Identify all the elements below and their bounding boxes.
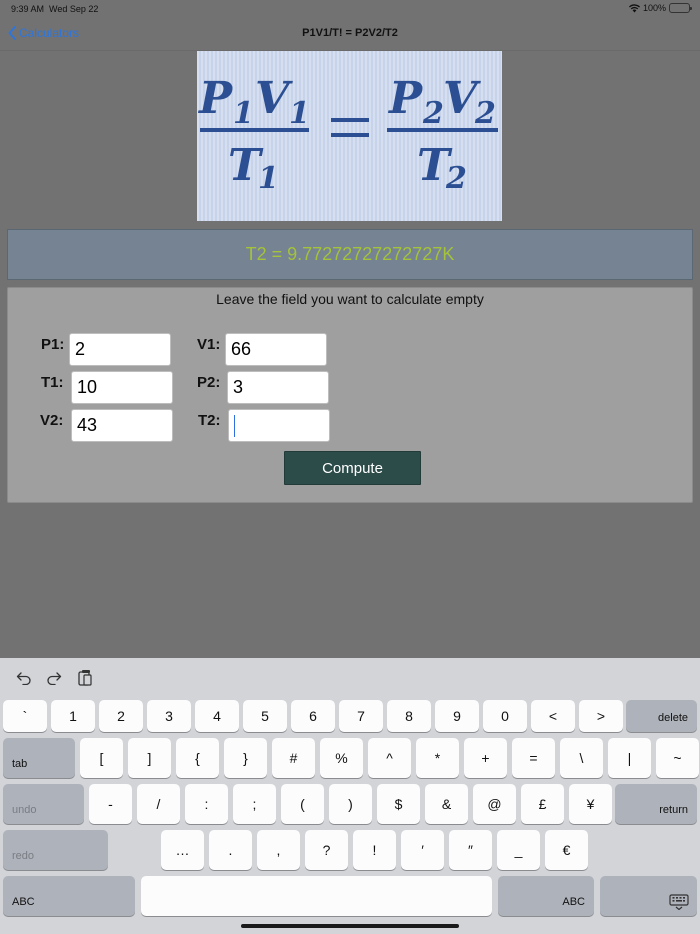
row1-key-2[interactable]: 2: [99, 700, 143, 732]
v2-label: V2:: [40, 412, 64, 429]
v1-input[interactable]: 66: [225, 333, 327, 366]
text-caret: [234, 415, 235, 438]
row2-key-6[interactable]: ^: [368, 738, 411, 778]
formula-image: P 1 V 1 T 1 P 2 V 2 T 2: [197, 51, 502, 221]
p1-label: P1:: [41, 336, 65, 353]
row2-key-11[interactable]: |: [608, 738, 651, 778]
home-indicator: [241, 924, 459, 928]
svg-text:1: 1: [258, 161, 279, 196]
result-text: T2 = 9.77272727272727K: [245, 244, 455, 264]
redo-icon[interactable]: [44, 668, 64, 688]
svg-text:1: 1: [289, 96, 310, 131]
svg-text:P: P: [197, 73, 234, 124]
row1-key-8[interactable]: 8: [387, 700, 431, 732]
status-time: 9:39 AM Wed Sep 22: [11, 4, 99, 14]
row2-key-8[interactable]: +: [464, 738, 507, 778]
row1-key-9[interactable]: 9: [435, 700, 479, 732]
keyboard-toolbar: [0, 658, 700, 696]
row2-key-0[interactable]: [: [80, 738, 123, 778]
t2-input[interactable]: [228, 409, 330, 442]
p1-input[interactable]: 2: [69, 333, 171, 366]
wifi-icon: [628, 3, 640, 12]
row1-key-4[interactable]: 4: [195, 700, 239, 732]
row1-key-10[interactable]: 0: [483, 700, 527, 732]
p2-label: P2:: [197, 374, 221, 391]
row4-key-2[interactable]: ,: [257, 830, 300, 870]
row3-key-10[interactable]: ¥: [569, 784, 612, 824]
row3-key-2[interactable]: :: [185, 784, 228, 824]
v2-input[interactable]: 43: [71, 409, 173, 442]
row3-key-7[interactable]: &: [425, 784, 468, 824]
status-bar: 9:39 AM Wed Sep 22 100%: [0, 0, 700, 18]
dismiss-keyboard-key[interactable]: [600, 876, 697, 916]
row1-key-5[interactable]: 5: [243, 700, 287, 732]
row1-key-11[interactable]: <: [531, 700, 575, 732]
page-title: P1V1/T! = P2V2/T2: [302, 27, 398, 39]
row4-key-3[interactable]: ?: [305, 830, 348, 870]
abc-key-right[interactable]: ABC: [498, 876, 594, 916]
svg-text:2: 2: [445, 161, 467, 196]
row4-key-7[interactable]: _: [497, 830, 540, 870]
row2-key-12[interactable]: ~: [656, 738, 699, 778]
row3-key-9[interactable]: £: [521, 784, 564, 824]
formula-graphic: P 1 V 1 T 1 P 2 V 2 T 2: [197, 73, 498, 196]
row4-key-4[interactable]: !: [353, 830, 396, 870]
row2-key-1[interactable]: ]: [128, 738, 171, 778]
compute-button[interactable]: Compute: [284, 451, 421, 485]
svg-text:2: 2: [474, 96, 496, 131]
row2-key-5[interactable]: %: [320, 738, 363, 778]
undo-icon[interactable]: [14, 668, 34, 688]
svg-text:V: V: [255, 73, 293, 124]
row4-key-0[interactable]: …: [161, 830, 204, 870]
paste-icon[interactable]: [75, 668, 95, 688]
row3-key-1[interactable]: /: [137, 784, 180, 824]
row2-key-10[interactable]: \: [560, 738, 603, 778]
row3-key-5[interactable]: ): [329, 784, 372, 824]
battery-icon: [669, 3, 692, 13]
return-key[interactable]: return: [615, 784, 697, 824]
delete-key[interactable]: delete: [626, 700, 697, 732]
row4-key-6[interactable]: ″: [449, 830, 492, 870]
row2-key-7[interactable]: *: [416, 738, 459, 778]
tab-key[interactable]: tab: [3, 738, 75, 778]
row3-key-4[interactable]: (: [281, 784, 324, 824]
row1-key-3[interactable]: 3: [147, 700, 191, 732]
t1-input[interactable]: 10: [71, 371, 173, 404]
row4-key-1[interactable]: .: [209, 830, 252, 870]
navigation-bar: Calculators P1V1/T! = P2V2/T2: [0, 18, 700, 51]
svg-text:2: 2: [422, 96, 444, 131]
p2-input[interactable]: 3: [227, 371, 329, 404]
panel-hint: Leave the field you want to calculate em…: [216, 291, 484, 307]
undo-key[interactable]: undo: [3, 784, 84, 824]
row2-key-2[interactable]: {: [176, 738, 219, 778]
t1-label: T1:: [41, 374, 64, 391]
row3-key-8[interactable]: @: [473, 784, 516, 824]
svg-text:P: P: [387, 73, 424, 124]
row1-key-6[interactable]: 6: [291, 700, 335, 732]
input-panel: Leave the field you want to calculate em…: [7, 287, 693, 503]
keyboard-dismiss-icon: [669, 894, 689, 910]
svg-text:1: 1: [233, 96, 254, 131]
row1-key-1[interactable]: 1: [51, 700, 95, 732]
row3-key-0[interactable]: -: [89, 784, 132, 824]
abc-key-left[interactable]: ABC: [3, 876, 135, 916]
v1-label: V1:: [197, 336, 221, 353]
space-key[interactable]: [141, 876, 492, 916]
row3-key-3[interactable]: ;: [233, 784, 276, 824]
result-banner: T2 = 9.77272727272727K: [7, 229, 693, 280]
row1-key-12[interactable]: >: [579, 700, 623, 732]
redo-key[interactable]: redo: [3, 830, 108, 870]
row2-key-4[interactable]: #: [272, 738, 315, 778]
row2-key-3[interactable]: }: [224, 738, 267, 778]
row4-key-8[interactable]: €: [545, 830, 588, 870]
row3-key-6[interactable]: $: [377, 784, 420, 824]
row4-key-5[interactable]: ′: [401, 830, 444, 870]
battery-percent: 100%: [642, 3, 666, 13]
row2-key-9[interactable]: =: [512, 738, 555, 778]
row1-key-0[interactable]: `: [3, 700, 47, 732]
t2-label: T2:: [198, 412, 221, 429]
row1-key-7[interactable]: 7: [339, 700, 383, 732]
keyboard: ` 1 2 3 4 5 6 7 8 9 0 < > []{} #% ^ * + = \ | ~ - /:;() $ & @ £ ¥ …: [0, 658, 700, 934]
